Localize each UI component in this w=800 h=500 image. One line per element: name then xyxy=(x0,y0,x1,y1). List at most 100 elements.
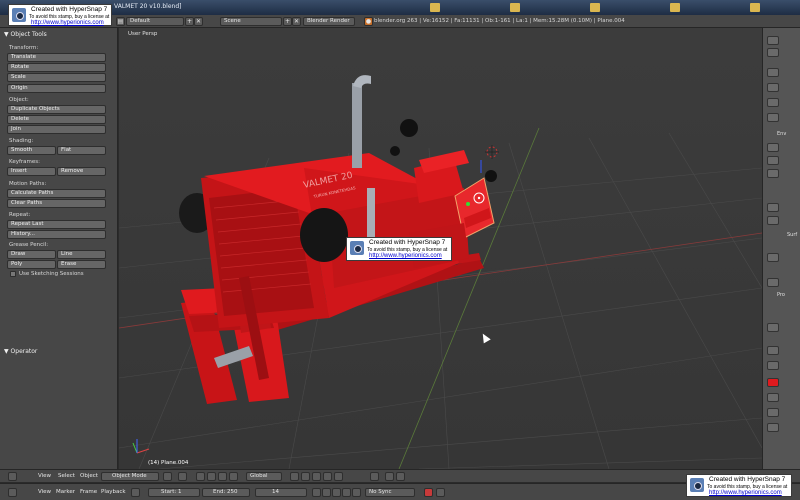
layer-icon[interactable] xyxy=(301,472,310,481)
scale-button[interactable]: Scale xyxy=(7,73,106,82)
scene-icon[interactable] xyxy=(767,48,779,57)
env-label: Env xyxy=(777,131,787,137)
prev-key-icon[interactable] xyxy=(322,488,331,497)
repeat-last-button[interactable]: Repeat Last xyxy=(7,220,106,229)
snap-target-icon[interactable] xyxy=(396,472,405,481)
playback-menu[interactable]: Playback xyxy=(101,489,126,495)
smooth-button[interactable]: Smooth xyxy=(7,146,56,155)
erase-button[interactable]: Erase xyxy=(57,260,106,269)
clear-paths-button[interactable]: Clear Paths xyxy=(7,199,106,208)
data-icon[interactable] xyxy=(767,216,779,225)
origin-button[interactable]: Origin xyxy=(7,84,106,93)
layer-icon[interactable] xyxy=(323,472,332,481)
select-menu[interactable]: Select xyxy=(58,473,75,479)
layer-icon[interactable] xyxy=(290,472,299,481)
manipulator-icon[interactable] xyxy=(196,472,205,481)
use-sketching-checkbox[interactable] xyxy=(10,271,16,277)
keying-set-icon[interactable] xyxy=(436,488,445,497)
folder-icon[interactable] xyxy=(510,3,520,12)
snap-icon[interactable] xyxy=(385,472,394,481)
editor-type-icon[interactable] xyxy=(8,472,17,481)
object-icon[interactable] xyxy=(767,83,779,92)
rotate-button[interactable]: Rotate xyxy=(7,63,106,72)
play-icon[interactable] xyxy=(342,488,351,497)
frame-menu[interactable]: Frame xyxy=(80,489,97,495)
sync-selector[interactable]: No Sync xyxy=(365,488,415,497)
editor-type-icon[interactable]: ▤ xyxy=(116,17,125,26)
draw-button[interactable]: Draw xyxy=(7,250,56,259)
scene-selector[interactable]: Scene xyxy=(220,17,282,26)
texture-icon[interactable] xyxy=(767,143,779,152)
render-icon[interactable] xyxy=(767,36,779,45)
join-button[interactable]: Join xyxy=(7,125,106,134)
timeline-view-menu[interactable]: View xyxy=(38,489,51,495)
view-menu[interactable]: View xyxy=(38,473,51,479)
watermark-link: http://www.hyperionics.com xyxy=(369,253,442,259)
rotate-manipulator-icon[interactable] xyxy=(218,472,227,481)
delete-button[interactable]: Delete xyxy=(7,115,106,124)
layer-icon[interactable] xyxy=(312,472,321,481)
panel-toggle-icon[interactable] xyxy=(767,408,779,417)
folder-icon[interactable] xyxy=(430,3,440,12)
add-layout-icon[interactable]: + xyxy=(185,17,194,26)
line-button[interactable]: Line xyxy=(57,250,106,259)
slider-icon[interactable] xyxy=(767,253,779,262)
properties-column: Env Surf Pro xyxy=(762,28,800,469)
record-icon[interactable] xyxy=(424,488,433,497)
panel-object-tools[interactable]: ▼ Object Tools xyxy=(4,31,47,38)
pivot-icon[interactable] xyxy=(178,472,187,481)
close-layout-icon[interactable]: ✕ xyxy=(194,17,203,26)
panel-toggle-icon[interactable] xyxy=(767,423,779,432)
color-swatch-icon[interactable] xyxy=(767,361,779,370)
layer-icon[interactable] xyxy=(334,472,343,481)
jump-start-icon[interactable] xyxy=(312,488,321,497)
physics-icon[interactable] xyxy=(767,169,779,178)
viewport-shading-icon[interactable] xyxy=(163,472,172,481)
translate-button[interactable]: Translate xyxy=(7,53,106,62)
tool-shelf: ▼ Object Tools Transform: Translate Rota… xyxy=(0,28,118,469)
insert-keyframe-button[interactable]: Insert xyxy=(7,167,56,176)
poly-button[interactable]: Poly xyxy=(7,260,56,269)
scale-manipulator-icon[interactable] xyxy=(229,472,238,481)
modifier-icon[interactable] xyxy=(767,98,779,107)
preview-range-icon[interactable] xyxy=(131,488,140,497)
hypersnap-watermark-bottom: Created with HyperSnap 7 To avoid this s… xyxy=(686,474,792,497)
play-reverse-icon[interactable] xyxy=(332,488,341,497)
material-icon[interactable] xyxy=(767,113,779,122)
start-frame-field[interactable]: Start: 1 xyxy=(148,488,200,497)
desktop-icon-strip xyxy=(400,1,800,14)
folder-icon[interactable] xyxy=(590,3,600,12)
lock-icon[interactable] xyxy=(370,472,379,481)
folder-icon[interactable] xyxy=(750,3,760,12)
calculate-paths-button[interactable]: Calculate Paths xyxy=(7,189,106,198)
render-engine-selector[interactable]: Blender Render xyxy=(303,17,355,26)
panel-toggle-icon[interactable] xyxy=(767,323,779,332)
remove-keyframe-button[interactable]: Remove xyxy=(57,167,106,176)
next-key-icon[interactable] xyxy=(352,488,361,497)
flat-button[interactable]: Flat xyxy=(57,146,106,155)
history-button[interactable]: History... xyxy=(7,230,106,239)
add-scene-icon[interactable]: + xyxy=(283,17,292,26)
camera-icon xyxy=(350,241,364,255)
panel-toggle-icon[interactable] xyxy=(767,393,779,402)
translate-manipulator-icon[interactable] xyxy=(207,472,216,481)
panel-operator[interactable]: ▼ Operator xyxy=(4,348,37,355)
layout-selector[interactable]: Default xyxy=(126,17,184,26)
red-color-swatch[interactable] xyxy=(767,378,779,387)
panel-toggle-icon[interactable] xyxy=(767,346,779,355)
marker-menu[interactable]: Marker xyxy=(56,489,75,495)
particles-icon[interactable] xyxy=(767,156,779,165)
close-scene-icon[interactable]: ✕ xyxy=(292,17,301,26)
duplicate-objects-button[interactable]: Duplicate Objects xyxy=(7,105,106,114)
orientation-selector[interactable]: Global xyxy=(246,472,282,481)
world-icon[interactable] xyxy=(767,68,779,77)
current-frame-field[interactable]: 14 xyxy=(255,488,307,497)
mode-selector[interactable]: Object Mode xyxy=(101,472,159,481)
editor-type-icon[interactable] xyxy=(8,488,17,497)
section-transform: Transform: xyxy=(9,45,39,51)
folder-icon[interactable] xyxy=(670,3,680,12)
object-menu[interactable]: Object xyxy=(80,473,98,479)
constraint-icon[interactable] xyxy=(767,203,779,212)
stop-icon[interactable] xyxy=(767,278,779,287)
end-frame-field[interactable]: End: 250 xyxy=(202,488,250,497)
